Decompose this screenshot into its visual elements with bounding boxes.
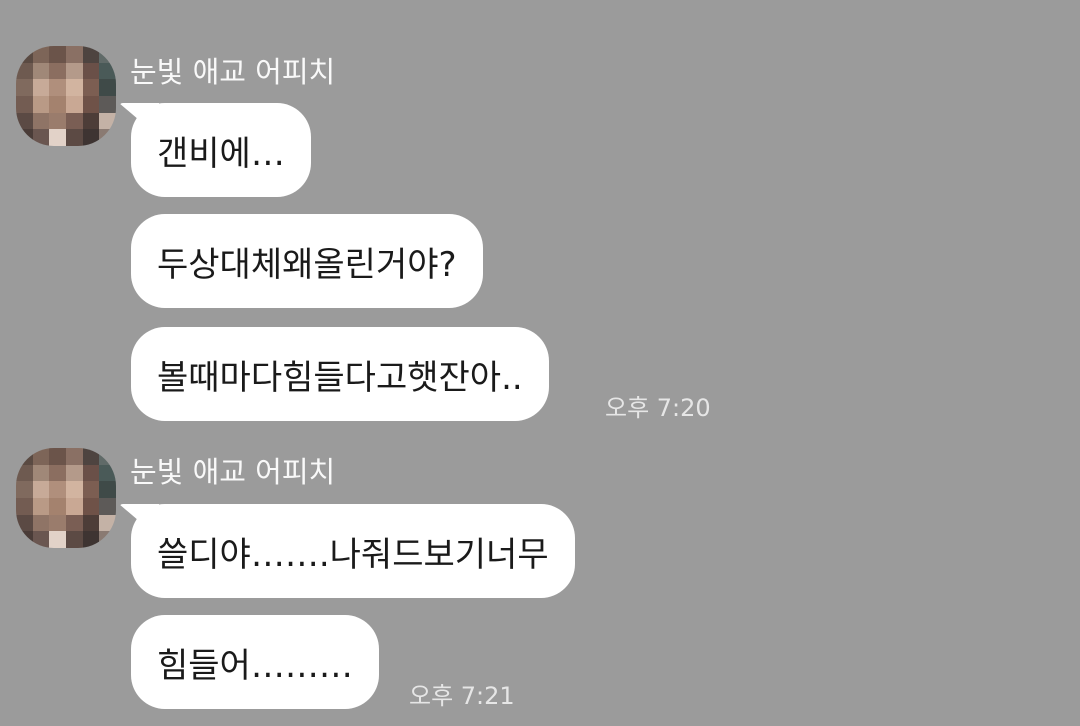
message-text: 두상대체왜올린거야? xyxy=(157,244,457,285)
message-timestamp: 오후 7:20 xyxy=(605,394,711,422)
avatar-mosaic-tile xyxy=(32,112,50,130)
avatar-mosaic-tile xyxy=(65,79,83,96)
avatar-mosaic-tile xyxy=(16,129,33,146)
avatar-mosaic-tile xyxy=(49,46,66,63)
avatar-mosaic-tile xyxy=(49,464,66,482)
avatar-mosaic-tile xyxy=(32,514,50,532)
avatar-mosaic-tile xyxy=(16,514,33,532)
avatar-mosaic-tile xyxy=(49,79,66,96)
avatar-mosaic-tile xyxy=(65,481,83,498)
message-bubble[interactable]: 쓸디야…….나줘드보기너무 xyxy=(131,504,575,598)
avatar-mosaic-tile xyxy=(82,514,100,532)
message-bubble[interactable]: 볼때마다힘들다고햇잔아.. xyxy=(131,327,549,421)
avatar-mosaic-tile xyxy=(99,514,116,532)
avatar-mosaic-tile xyxy=(82,112,100,130)
avatar-mosaic-tile xyxy=(32,79,50,96)
avatar-mosaic-tile xyxy=(82,531,100,548)
avatar-mosaic-tile xyxy=(32,481,50,498)
avatar-mosaic-tile xyxy=(16,448,33,465)
avatar-mosaic-tile xyxy=(16,62,33,80)
avatar-mosaic-tile xyxy=(49,497,66,515)
chat-area[interactable]: 눈빛 애교 어피치 갠비에… 두상대체왜올린거야? 볼때마다힘들다고햇잔아.. … xyxy=(0,0,1080,726)
avatar-mosaic-tile xyxy=(16,46,33,63)
avatar-mosaic-tile xyxy=(16,464,33,482)
avatar-mosaic-tile xyxy=(99,95,116,113)
message-bubble[interactable]: 힘들어……… xyxy=(131,615,379,709)
avatar-mosaic-tile xyxy=(16,79,33,96)
avatar-mosaic-tile xyxy=(65,62,83,80)
message-text: 갠비에… xyxy=(157,133,285,174)
avatar-mosaic-tile xyxy=(99,46,116,63)
avatar-mosaic-tile xyxy=(16,531,33,548)
avatar-mosaic-tile xyxy=(82,79,100,96)
avatar-mosaic-tile xyxy=(65,46,83,63)
avatar[interactable] xyxy=(16,46,116,146)
message-text: 힘들어……… xyxy=(157,645,353,686)
avatar-mosaic-tile xyxy=(99,497,116,515)
avatar-mosaic-tile xyxy=(32,129,50,146)
avatar-mosaic-tile xyxy=(16,95,33,113)
avatar-mosaic-tile xyxy=(82,62,100,80)
avatar-mosaic-tile xyxy=(82,95,100,113)
avatar-mosaic-tile xyxy=(82,46,100,63)
avatar-mosaic-tile xyxy=(99,464,116,482)
avatar-mosaic-tile xyxy=(32,62,50,80)
avatar-mosaic-tile xyxy=(99,62,116,80)
avatar-mosaic-tile xyxy=(32,448,50,465)
avatar-mosaic-tile xyxy=(82,448,100,465)
avatar-mosaic-tile xyxy=(32,531,50,548)
message-bubble[interactable]: 두상대체왜올린거야? xyxy=(131,214,483,308)
avatar-mosaic-tile xyxy=(99,448,116,465)
sender-name: 눈빛 애교 어피치 xyxy=(130,55,336,89)
avatar-mosaic-tile xyxy=(49,95,66,113)
avatar-mosaic-tile xyxy=(49,531,66,548)
avatar-mosaic-tile xyxy=(99,481,116,498)
avatar-mosaic-tile xyxy=(49,481,66,498)
avatar-mosaic-tile xyxy=(32,497,50,515)
avatar-mosaic-tile xyxy=(49,129,66,146)
avatar-mosaic-tile xyxy=(82,464,100,482)
avatar-mosaic-tile xyxy=(82,497,100,515)
avatar-mosaic-tile xyxy=(32,464,50,482)
avatar-mosaic-tile xyxy=(82,481,100,498)
avatar-mosaic-tile xyxy=(49,514,66,532)
avatar-mosaic-tile xyxy=(82,129,100,146)
avatar-mosaic-tile xyxy=(49,448,66,465)
avatar-mosaic-tile xyxy=(65,531,83,548)
avatar-mosaic-tile xyxy=(65,514,83,532)
avatar-mosaic-tile xyxy=(16,481,33,498)
avatar-mosaic-tile xyxy=(99,112,116,130)
message-text: 볼때마다힘들다고햇잔아.. xyxy=(157,357,523,398)
avatar-mosaic-tile xyxy=(99,79,116,96)
avatar-mosaic-tile xyxy=(32,46,50,63)
message-text: 쓸디야…….나줘드보기너무 xyxy=(157,534,549,575)
avatar-mosaic-tile xyxy=(16,112,33,130)
message-timestamp: 오후 7:21 xyxy=(409,682,515,710)
avatar-mosaic-tile xyxy=(65,464,83,482)
avatar-mosaic-tile xyxy=(16,497,33,515)
avatar-mosaic-tile xyxy=(65,129,83,146)
avatar-mosaic-tile xyxy=(49,62,66,80)
avatar-mosaic-tile xyxy=(65,448,83,465)
avatar-mosaic-tile xyxy=(65,95,83,113)
message-bubble[interactable]: 갠비에… xyxy=(131,103,311,197)
avatar-mosaic-tile xyxy=(32,95,50,113)
avatar-mosaic-tile xyxy=(65,112,83,130)
sender-name: 눈빛 애교 어피치 xyxy=(130,455,336,489)
avatar[interactable] xyxy=(16,448,116,548)
avatar-mosaic-tile xyxy=(65,497,83,515)
avatar-mosaic-tile xyxy=(99,531,116,548)
avatar-mosaic-tile xyxy=(49,112,66,130)
avatar-mosaic-tile xyxy=(99,129,116,146)
